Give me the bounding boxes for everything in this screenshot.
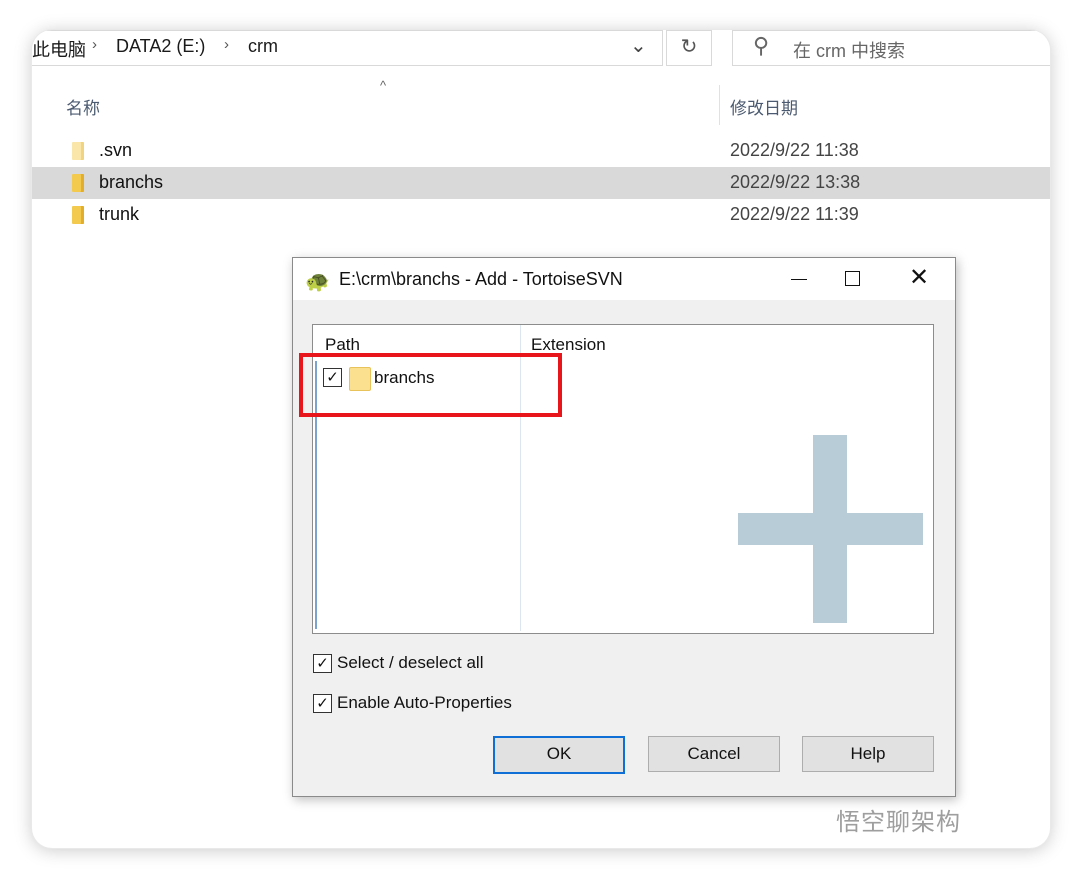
file-name: branchs	[99, 172, 164, 192]
sort-caret-icon: ^	[380, 78, 387, 93]
file-date: 2022/9/22 11:38	[730, 140, 859, 160]
address-bar[interactable]: 此电脑 › DATA2 (E:) › crm ⌄	[32, 30, 663, 66]
breadcrumb-separator-icon[interactable]: ›	[92, 36, 97, 53]
search-box[interactable]: ⚲ 在 crm 中搜索	[732, 30, 1050, 66]
close-button[interactable]: ✕	[889, 258, 949, 300]
file-row[interactable]: .svn 2022/9/22 11:38	[32, 135, 1050, 167]
folder-icon	[72, 206, 84, 224]
folder-icon	[72, 174, 84, 192]
file-date: 2022/9/22 13:38	[730, 172, 861, 192]
watermark-text: 悟空聊架构	[836, 809, 961, 836]
breadcrumb-folder[interactable]: crm	[248, 36, 278, 57]
search-placeholder[interactable]: 在 crm 中搜索	[793, 37, 905, 63]
dialog-titlebar[interactable]: 🐢 E:\crm\branchs - Add - TortoiseSVN ✕	[293, 258, 955, 300]
search-icon: ⚲	[753, 33, 770, 58]
auto-props-checkbox[interactable]: ✓	[313, 694, 332, 713]
maximize-button[interactable]	[825, 258, 879, 300]
file-row-selected[interactable]: branchs 2022/9/22 13:38	[32, 167, 1050, 199]
tortoisesvn-add-dialog: 🐢 E:\crm\branchs - Add - TortoiseSVN ✕ P…	[292, 257, 956, 797]
tortoise-icon: 🐢	[305, 271, 330, 293]
auto-props-label[interactable]: Enable Auto-Properties	[337, 693, 512, 713]
file-date: 2022/9/22 11:39	[730, 204, 859, 224]
file-name: .svn	[99, 140, 133, 160]
highlight-annotation	[299, 353, 562, 417]
list-header-extension[interactable]: Extension	[531, 335, 606, 355]
chevron-down-icon[interactable]: ⌄	[630, 33, 647, 58]
breadcrumb-this-pc[interactable]: 此电脑	[32, 36, 86, 62]
column-divider[interactable]	[719, 85, 720, 125]
minimize-button[interactable]	[771, 258, 825, 300]
add-watermark-icon-bar	[738, 513, 923, 545]
breadcrumb-separator-icon[interactable]: ›	[224, 36, 229, 53]
cancel-button[interactable]: Cancel	[648, 736, 780, 772]
select-all-label[interactable]: Select / deselect all	[337, 653, 483, 673]
explorer-window: 此电脑 › DATA2 (E:) › crm ⌄ ↻ ⚲ 在 crm 中搜索 ^…	[32, 30, 1050, 848]
column-header-name[interactable]: 名称	[66, 94, 100, 119]
refresh-button[interactable]: ↻	[666, 30, 712, 66]
help-button[interactable]: Help	[802, 736, 934, 772]
file-name: trunk	[99, 204, 140, 224]
dialog-title: E:\crm\branchs - Add - TortoiseSVN	[339, 269, 623, 289]
list-header-path[interactable]: Path	[325, 335, 360, 355]
file-row[interactable]: trunk 2022/9/22 11:39	[32, 199, 1050, 231]
column-header-date[interactable]: 修改日期	[730, 94, 798, 119]
folder-icon	[72, 142, 84, 160]
ok-button[interactable]: OK	[493, 736, 625, 774]
select-all-checkbox[interactable]: ✓	[313, 654, 332, 673]
breadcrumb-drive[interactable]: DATA2 (E:)	[116, 36, 205, 57]
